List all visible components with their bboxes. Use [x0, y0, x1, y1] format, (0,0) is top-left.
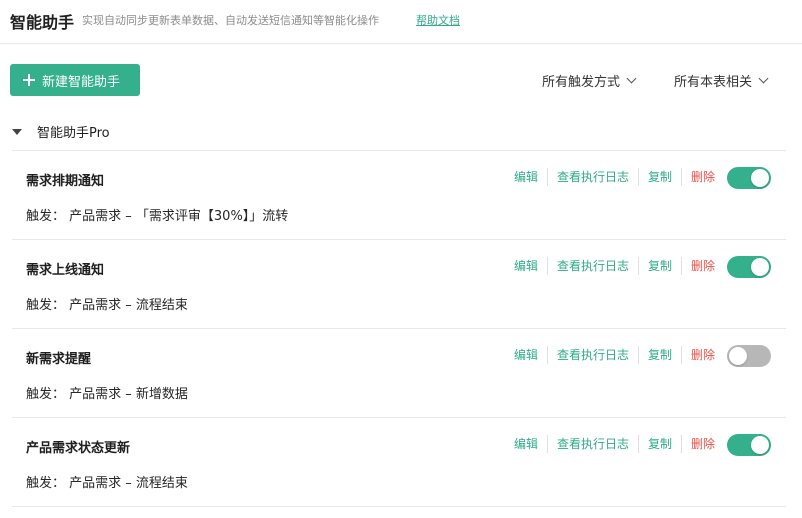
chevron-down-icon	[758, 73, 769, 84]
new-assistant-label: 新建智能助手	[42, 74, 121, 90]
enable-toggle[interactable]	[727, 345, 771, 367]
copy-button[interactable]: 复制	[639, 257, 682, 275]
rule-name: 需求上线通知	[26, 263, 105, 278]
list-divider	[12, 506, 786, 507]
view-log-button[interactable]: 查看执行日志	[548, 257, 639, 275]
caret-down-icon	[12, 128, 22, 135]
table-scope-filter[interactable]: 所有本表相关	[674, 71, 769, 90]
rule-row: 新需求提醒 编辑 查看执行日志 复制 删除 触发： 产品需求 – 新增数据	[12, 328, 786, 417]
copy-button[interactable]: 复制	[639, 435, 682, 453]
new-assistant-button[interactable]: 新建智能助手	[10, 64, 140, 96]
view-log-button[interactable]: 查看执行日志	[548, 168, 639, 186]
rule-trigger: 触发： 产品需求 – 流程结束	[26, 298, 188, 313]
plus-icon	[23, 74, 35, 86]
rule-list: 需求排期通知 编辑 查看执行日志 复制 删除 触发： 产品需求 – 「需求评审【…	[12, 150, 786, 507]
delete-button[interactable]: 删除	[682, 168, 715, 186]
group-header[interactable]: 智能助手Pro	[12, 122, 110, 141]
trigger-type-filter[interactable]: 所有触发方式	[542, 71, 637, 90]
toggle-knob	[751, 436, 769, 454]
rule-trigger: 触发： 产品需求 – 流程结束	[26, 476, 188, 491]
help-docs-link[interactable]: 帮助文档	[416, 12, 460, 28]
trigger-type-filter-label: 所有触发方式	[542, 75, 621, 90]
rule-name: 新需求提醒	[26, 352, 92, 367]
rule-actions: 编辑 查看执行日志 复制 删除	[505, 346, 715, 364]
copy-button[interactable]: 复制	[639, 346, 682, 364]
copy-button[interactable]: 复制	[639, 168, 682, 186]
delete-button[interactable]: 删除	[682, 257, 715, 275]
page-header: 智能助手 实现自动同步更新表单数据、自动发送短信通知等智能化操作 帮助文档	[0, 0, 802, 44]
group-name: 智能助手Pro	[37, 126, 110, 141]
rule-actions: 编辑 查看执行日志 复制 删除	[505, 168, 715, 186]
enable-toggle[interactable]	[727, 434, 771, 456]
delete-button[interactable]: 删除	[682, 346, 715, 364]
delete-button[interactable]: 删除	[682, 435, 715, 453]
chevron-down-icon	[626, 73, 637, 84]
rule-name: 需求排期通知	[26, 174, 105, 189]
rule-actions: 编辑 查看执行日志 复制 删除	[505, 435, 715, 453]
toggle-knob	[751, 258, 769, 276]
edit-button[interactable]: 编辑	[505, 168, 548, 186]
toggle-knob	[751, 169, 769, 187]
edit-button[interactable]: 编辑	[505, 435, 548, 453]
enable-toggle[interactable]	[727, 256, 771, 278]
rule-trigger: 触发： 产品需求 – 新增数据	[26, 387, 188, 402]
rule-row: 需求排期通知 编辑 查看执行日志 复制 删除 触发： 产品需求 – 「需求评审【…	[12, 150, 786, 239]
enable-toggle[interactable]	[727, 167, 771, 189]
toggle-knob	[729, 347, 747, 365]
rule-row: 产品需求状态更新 编辑 查看执行日志 复制 删除 触发： 产品需求 – 流程结束	[12, 417, 786, 506]
rule-name: 产品需求状态更新	[26, 441, 131, 456]
page-title: 智能助手	[10, 13, 75, 32]
edit-button[interactable]: 编辑	[505, 257, 548, 275]
page-subtitle: 实现自动同步更新表单数据、自动发送短信通知等智能化操作	[82, 14, 379, 27]
rule-trigger: 触发： 产品需求 – 「需求评审【30%】」流转	[26, 209, 289, 224]
rule-row: 需求上线通知 编辑 查看执行日志 复制 删除 触发： 产品需求 – 流程结束	[12, 239, 786, 328]
rule-actions: 编辑 查看执行日志 复制 删除	[505, 257, 715, 275]
edit-button[interactable]: 编辑	[505, 346, 548, 364]
view-log-button[interactable]: 查看执行日志	[548, 435, 639, 453]
view-log-button[interactable]: 查看执行日志	[548, 346, 639, 364]
table-scope-filter-label: 所有本表相关	[674, 75, 753, 90]
